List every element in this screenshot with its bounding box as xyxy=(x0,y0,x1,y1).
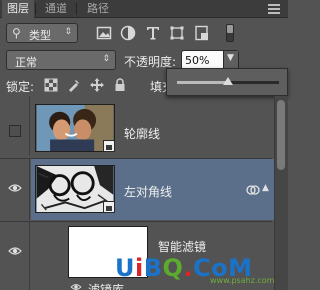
layer-name[interactable]: 左对角线 xyxy=(124,183,172,200)
lock-all-icon[interactable] xyxy=(113,78,127,92)
search-icon: ⚲ xyxy=(12,26,21,40)
panel-menu-icon[interactable] xyxy=(268,4,280,14)
smart-object-filter-icon[interactable] xyxy=(194,25,210,41)
lock-position-icon[interactable] xyxy=(90,78,104,92)
layer-name[interactable]: 轮廓线 xyxy=(124,125,160,142)
watermark-i: i xyxy=(135,254,144,282)
lock-pixels-icon[interactable] xyxy=(67,78,81,92)
visibility-off-box[interactable] xyxy=(9,125,21,137)
filter-toggle-switch[interactable] xyxy=(226,24,234,42)
smart-object-badge-icon xyxy=(103,201,115,213)
eye-icon[interactable] xyxy=(8,183,22,193)
visibility-cell[interactable] xyxy=(0,159,30,220)
chevron-down-icon: ▼ xyxy=(227,53,234,63)
image-filter-icon[interactable] xyxy=(96,25,112,41)
opacity-slider-fill xyxy=(177,81,228,84)
tab-channels[interactable]: 通道 xyxy=(38,0,74,18)
visibility-cell[interactable] xyxy=(0,222,30,290)
expand-triangle-icon[interactable]: ▲ xyxy=(262,183,269,193)
tab-paths[interactable]: 路径 xyxy=(80,0,116,18)
eye-icon[interactable] xyxy=(70,283,82,290)
smart-filter-label[interactable]: 智能滤镜 xyxy=(158,238,206,255)
watermark-dot: . xyxy=(183,254,194,282)
adjustment-filter-icon[interactable] xyxy=(120,25,136,41)
dropdown-arrow-icon: ⇕ xyxy=(64,27,72,37)
layer-row-selected[interactable]: 左对角线 ▲ xyxy=(0,159,288,220)
opacity-slider-popup[interactable] xyxy=(166,68,288,96)
watermark-url: www.psahz.com xyxy=(210,276,275,285)
lock-transparency-icon[interactable] xyxy=(44,78,58,92)
tab-layers[interactable]: 图层 xyxy=(2,0,34,18)
shape-filter-icon[interactable] xyxy=(169,25,185,41)
watermark-q: Q xyxy=(162,254,184,282)
opacity-value: 50% xyxy=(185,54,210,67)
opacity-slider-knob[interactable] xyxy=(223,77,233,85)
watermark-b: B xyxy=(143,254,163,282)
scrollbar-thumb[interactable] xyxy=(277,100,285,170)
opacity-slider-track[interactable] xyxy=(177,77,279,85)
opacity-stepper[interactable]: ▼ xyxy=(223,51,238,69)
eye-icon[interactable] xyxy=(8,246,22,256)
visibility-cell[interactable] xyxy=(0,96,30,156)
tab-divider xyxy=(76,3,77,15)
blend-mode-dropdown[interactable]: 正常 ⇕ xyxy=(6,50,116,70)
lock-label: 锁定: xyxy=(6,80,35,94)
opacity-field[interactable]: 50% ▼ xyxy=(181,50,239,70)
blend-mode-value: 正常 xyxy=(15,56,37,69)
layer-row[interactable]: 轮廓线 xyxy=(0,96,288,156)
smart-object-badge-icon xyxy=(103,140,115,152)
type-filter-icon[interactable] xyxy=(145,25,161,41)
watermark-u: U xyxy=(115,254,135,282)
filter-kind-dropdown[interactable]: ⚲ 类型 ⇕ xyxy=(6,23,78,43)
tab-divider xyxy=(35,3,36,15)
dropdown-arrow-icon: ⇕ xyxy=(102,54,110,64)
smart-filter-indicator-icon[interactable] xyxy=(246,184,260,196)
filter-kind-label: 类型 xyxy=(29,29,51,42)
